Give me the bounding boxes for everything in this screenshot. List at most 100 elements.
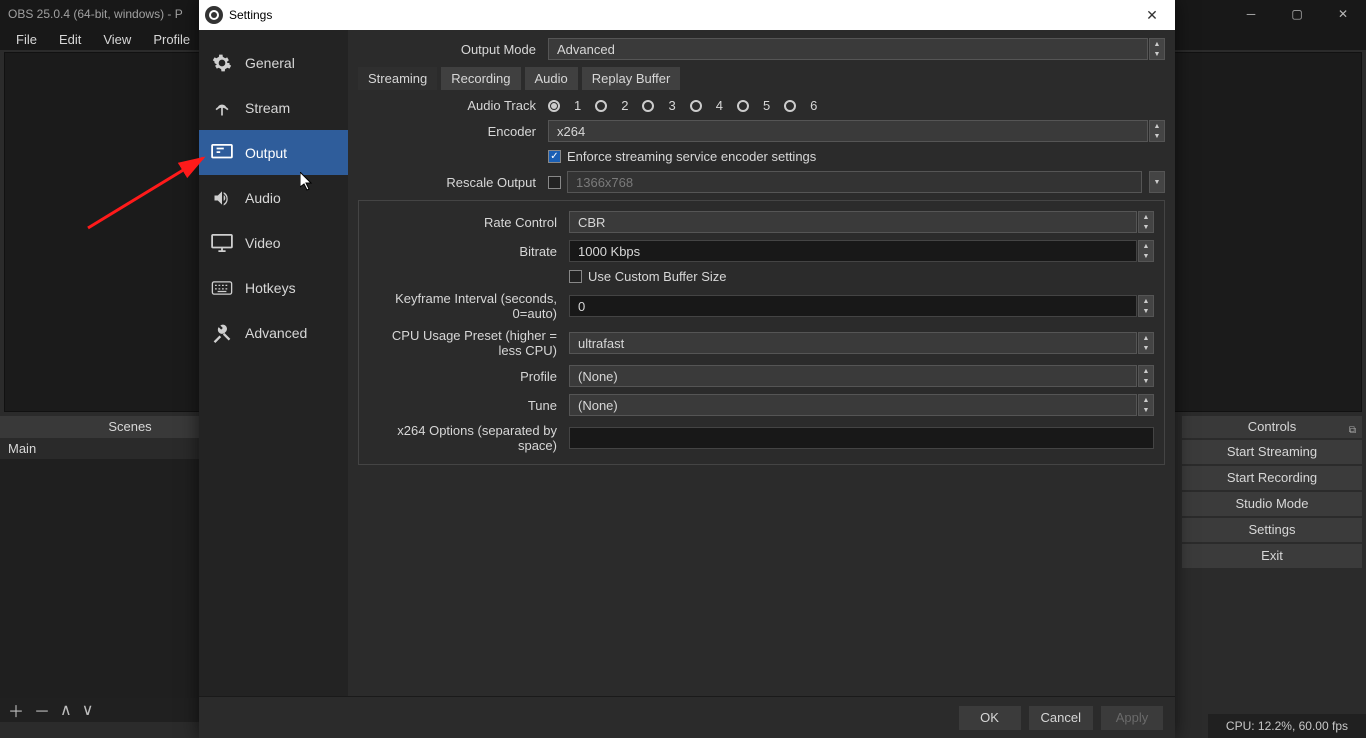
nav-advanced[interactable]: Advanced — [199, 310, 348, 355]
audio-track-2-radio[interactable] — [595, 100, 607, 112]
tools-icon — [209, 323, 235, 343]
tune-label: Tune — [369, 398, 569, 413]
nav-hotkeys-label: Hotkeys — [245, 280, 296, 296]
settings-nav: General Stream Output Audio — [199, 30, 348, 696]
audio-track-6-label: 6 — [810, 98, 817, 113]
audio-track-1-radio[interactable] — [548, 100, 560, 112]
rescale-label: Rescale Output — [358, 175, 548, 190]
encoder-spin[interactable]: ▲▼ — [1149, 120, 1165, 142]
nav-audio[interactable]: Audio — [199, 175, 348, 220]
rate-control-select[interactable]: CBR — [569, 211, 1137, 233]
audio-track-6-radio[interactable] — [784, 100, 796, 112]
keyframe-input[interactable]: 0 — [569, 295, 1137, 317]
bitrate-label: Bitrate — [369, 244, 569, 259]
enforce-label: Enforce streaming service encoder settin… — [567, 149, 816, 164]
tab-recording[interactable]: Recording — [441, 67, 520, 90]
add-scene-icon[interactable]: ＋ — [8, 698, 24, 722]
audio-track-5-radio[interactable] — [737, 100, 749, 112]
studio-mode-button[interactable]: Studio Mode — [1182, 492, 1362, 516]
menu-edit[interactable]: Edit — [49, 30, 91, 49]
encoder-settings-panel: Rate Control CBR ▲▼ Bitrate 1000 Kbps ▲▼ — [358, 200, 1165, 465]
maximize-button[interactable]: ▢ — [1274, 0, 1320, 28]
profile-label: Profile — [369, 369, 569, 384]
exit-button[interactable]: Exit — [1182, 544, 1362, 568]
settings-titlebar: Settings ✕ — [199, 0, 1175, 30]
move-up-icon[interactable]: ∧ — [60, 700, 72, 720]
close-button[interactable]: ✕ — [1320, 0, 1366, 28]
settings-button[interactable]: Settings — [1182, 518, 1362, 542]
keyframe-label: Keyframe Interval (seconds, 0=auto) — [369, 291, 569, 321]
controls-panel-header: Controls ⧉ — [1182, 416, 1362, 438]
rescale-spin: ▼ — [1149, 171, 1165, 193]
audio-track-3-label: 3 — [668, 98, 675, 113]
status-bar: CPU: 12.2%, 60.00 fps — [1208, 714, 1366, 738]
output-mode-spin[interactable]: ▲▼ — [1149, 38, 1165, 60]
nav-hotkeys[interactable]: Hotkeys — [199, 265, 348, 310]
tab-audio[interactable]: Audio — [525, 67, 578, 90]
tune-spin[interactable]: ▲▼ — [1138, 394, 1154, 416]
apply-button[interactable]: Apply — [1101, 706, 1163, 730]
encoder-label: Encoder — [358, 124, 548, 139]
nav-stream[interactable]: Stream — [199, 85, 348, 130]
settings-content: Output Mode Advanced ▲▼ Streaming Record… — [348, 30, 1175, 696]
output-mode-label: Output Mode — [358, 42, 548, 57]
output-mode-select[interactable]: Advanced — [548, 38, 1148, 60]
ok-button[interactable]: OK — [959, 706, 1021, 730]
status-cpu-fps: CPU: 12.2%, 60.00 fps — [1226, 719, 1348, 733]
nav-video[interactable]: Video — [199, 220, 348, 265]
nav-general-label: General — [245, 55, 295, 71]
gear-icon — [209, 53, 235, 73]
encoder-select[interactable]: x264 — [548, 120, 1148, 142]
nav-stream-label: Stream — [245, 100, 290, 116]
audio-track-5-label: 5 — [763, 98, 770, 113]
start-streaming-button[interactable]: Start Streaming — [1182, 440, 1362, 464]
move-down-icon[interactable]: ∨ — [82, 700, 94, 720]
audio-track-1-label: 1 — [574, 98, 581, 113]
audio-track-2-label: 2 — [621, 98, 628, 113]
minimize-button[interactable]: ─ — [1228, 0, 1274, 28]
x264-options-input[interactable] — [569, 427, 1154, 449]
menu-profile[interactable]: Profile — [143, 30, 200, 49]
start-recording-button[interactable]: Start Recording — [1182, 466, 1362, 490]
bitrate-input[interactable]: 1000 Kbps — [569, 240, 1137, 262]
remove-scene-icon[interactable]: － — [34, 698, 50, 722]
controls-header-label: Controls — [1248, 419, 1296, 434]
profile-select[interactable]: (None) — [569, 365, 1137, 387]
popout-icon[interactable]: ⧉ — [1349, 420, 1356, 442]
x264-options-label: x264 Options (separated by space) — [369, 423, 569, 453]
settings-close-button[interactable]: ✕ — [1129, 0, 1175, 30]
cpu-preset-select[interactable]: ultrafast — [569, 332, 1137, 354]
menu-file[interactable]: File — [6, 30, 47, 49]
cpu-preset-label: CPU Usage Preset (higher = less CPU) — [369, 328, 569, 358]
nav-general[interactable]: General — [199, 40, 348, 85]
keyframe-spin[interactable]: ▲▼ — [1138, 295, 1154, 317]
nav-video-label: Video — [245, 235, 281, 251]
enforce-checkbox[interactable]: ✓ — [548, 150, 561, 163]
rate-control-label: Rate Control — [369, 215, 569, 230]
tune-select[interactable]: (None) — [569, 394, 1137, 416]
audio-track-4-label: 4 — [716, 98, 723, 113]
menu-view[interactable]: View — [93, 30, 141, 49]
cpu-preset-spin[interactable]: ▲▼ — [1138, 332, 1154, 354]
rate-control-spin[interactable]: ▲▼ — [1138, 211, 1154, 233]
custom-buffer-label: Use Custom Buffer Size — [588, 269, 726, 284]
settings-title: Settings — [229, 8, 1129, 22]
rescale-checkbox[interactable] — [548, 176, 561, 189]
antenna-icon — [209, 98, 235, 118]
cancel-button[interactable]: Cancel — [1029, 706, 1093, 730]
output-tabs: Streaming Recording Audio Replay Buffer — [358, 67, 1165, 90]
bitrate-spin[interactable]: ▲▼ — [1138, 240, 1154, 262]
tab-replay-buffer[interactable]: Replay Buffer — [582, 67, 681, 90]
settings-footer: OK Cancel Apply — [199, 696, 1175, 738]
audio-track-4-radio[interactable] — [690, 100, 702, 112]
profile-spin[interactable]: ▲▼ — [1138, 365, 1154, 387]
nav-advanced-label: Advanced — [245, 325, 307, 341]
audio-track-3-radio[interactable] — [642, 100, 654, 112]
audio-track-label: Audio Track — [358, 98, 548, 113]
custom-buffer-checkbox[interactable] — [569, 270, 582, 283]
nav-output[interactable]: Output — [199, 130, 348, 175]
keyboard-icon — [209, 281, 235, 295]
rescale-select: 1366x768 — [567, 171, 1142, 193]
obs-logo-icon — [205, 6, 223, 24]
tab-streaming[interactable]: Streaming — [358, 67, 437, 90]
